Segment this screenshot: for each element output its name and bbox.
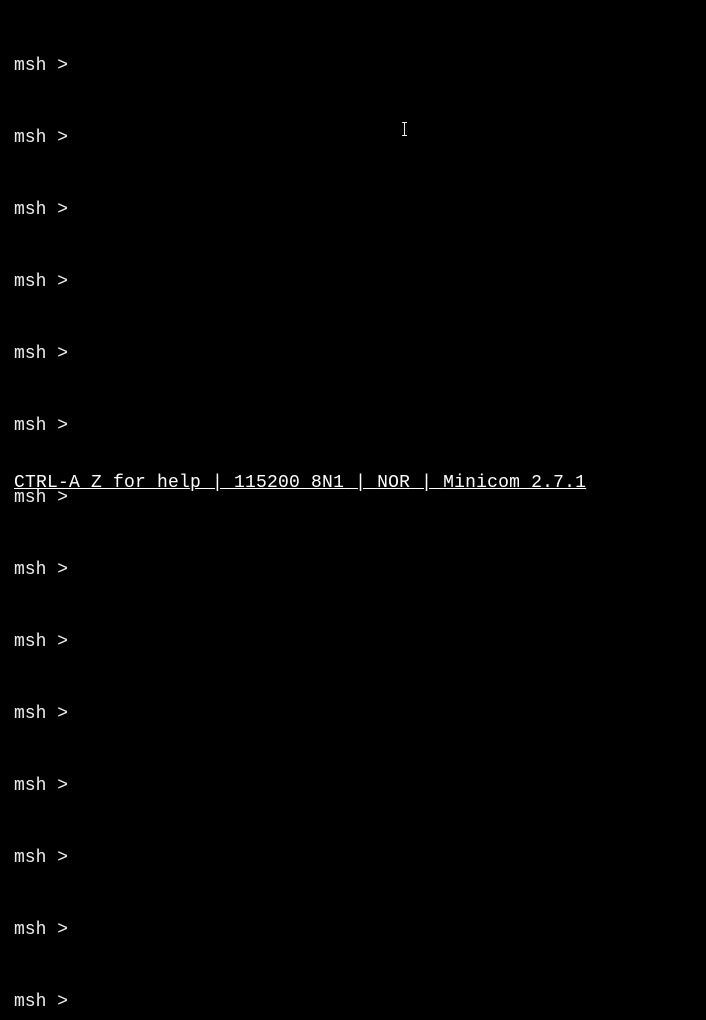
prompt-line: msh > <box>14 990 692 1014</box>
prompt-line: msh > <box>14 774 692 798</box>
prompt-line: msh > <box>14 918 692 942</box>
prompt-line: msh > <box>14 54 692 78</box>
prompt-caret: > <box>57 56 68 76</box>
prompt-caret: > <box>57 632 68 652</box>
prompt-line: msh > <box>14 342 692 366</box>
prompt-shell: msh <box>14 200 46 220</box>
status-sep: | <box>410 473 443 493</box>
prompt-caret: > <box>57 416 68 436</box>
prompt-line: msh > <box>14 702 692 726</box>
prompt-caret: > <box>57 848 68 868</box>
prompt-shell: msh <box>14 56 46 76</box>
status-bar: CTRL-A Z for help | 115200 8N1 | NOR | M… <box>14 473 696 493</box>
prompt-caret: > <box>57 200 68 220</box>
prompt-shell: msh <box>14 560 46 580</box>
status-app: Minicom 2.7.1 <box>443 473 586 493</box>
prompt-caret: > <box>57 776 68 796</box>
prompt-shell: msh <box>14 776 46 796</box>
prompt-line: msh > <box>14 630 692 654</box>
prompt-line: msh > <box>14 558 692 582</box>
status-flow: NOR <box>377 473 410 493</box>
prompt-caret: > <box>57 272 68 292</box>
prompt-line: msh > <box>14 270 692 294</box>
prompt-shell: msh <box>14 704 46 724</box>
prompt-shell: msh <box>14 632 46 652</box>
status-baud: 115200 8N1 <box>234 473 344 493</box>
prompt-line: msh > <box>14 126 692 150</box>
prompt-caret: > <box>57 344 68 364</box>
prompt-caret: > <box>57 704 68 724</box>
prompt-shell: msh <box>14 920 46 940</box>
status-sep: | <box>201 473 234 493</box>
prompt-line: msh > <box>14 414 692 438</box>
prompt-shell: msh <box>14 848 46 868</box>
prompt-line: msh > <box>14 198 692 222</box>
prompt-shell: msh <box>14 344 46 364</box>
prompt-shell: msh <box>14 416 46 436</box>
prompt-shell: msh <box>14 272 46 292</box>
status-sep: | <box>344 473 377 493</box>
prompt-shell: msh <box>14 992 46 1012</box>
prompt-line: msh > <box>14 846 692 870</box>
prompt-caret: > <box>57 920 68 940</box>
prompt-caret: > <box>57 992 68 1012</box>
prompt-caret: > <box>57 560 68 580</box>
prompt-shell: msh <box>14 128 46 148</box>
prompt-caret: > <box>57 128 68 148</box>
terminal-output[interactable]: msh > msh > msh > msh > msh > msh > msh … <box>0 0 706 1020</box>
status-help: CTRL-A Z for help <box>14 473 201 493</box>
